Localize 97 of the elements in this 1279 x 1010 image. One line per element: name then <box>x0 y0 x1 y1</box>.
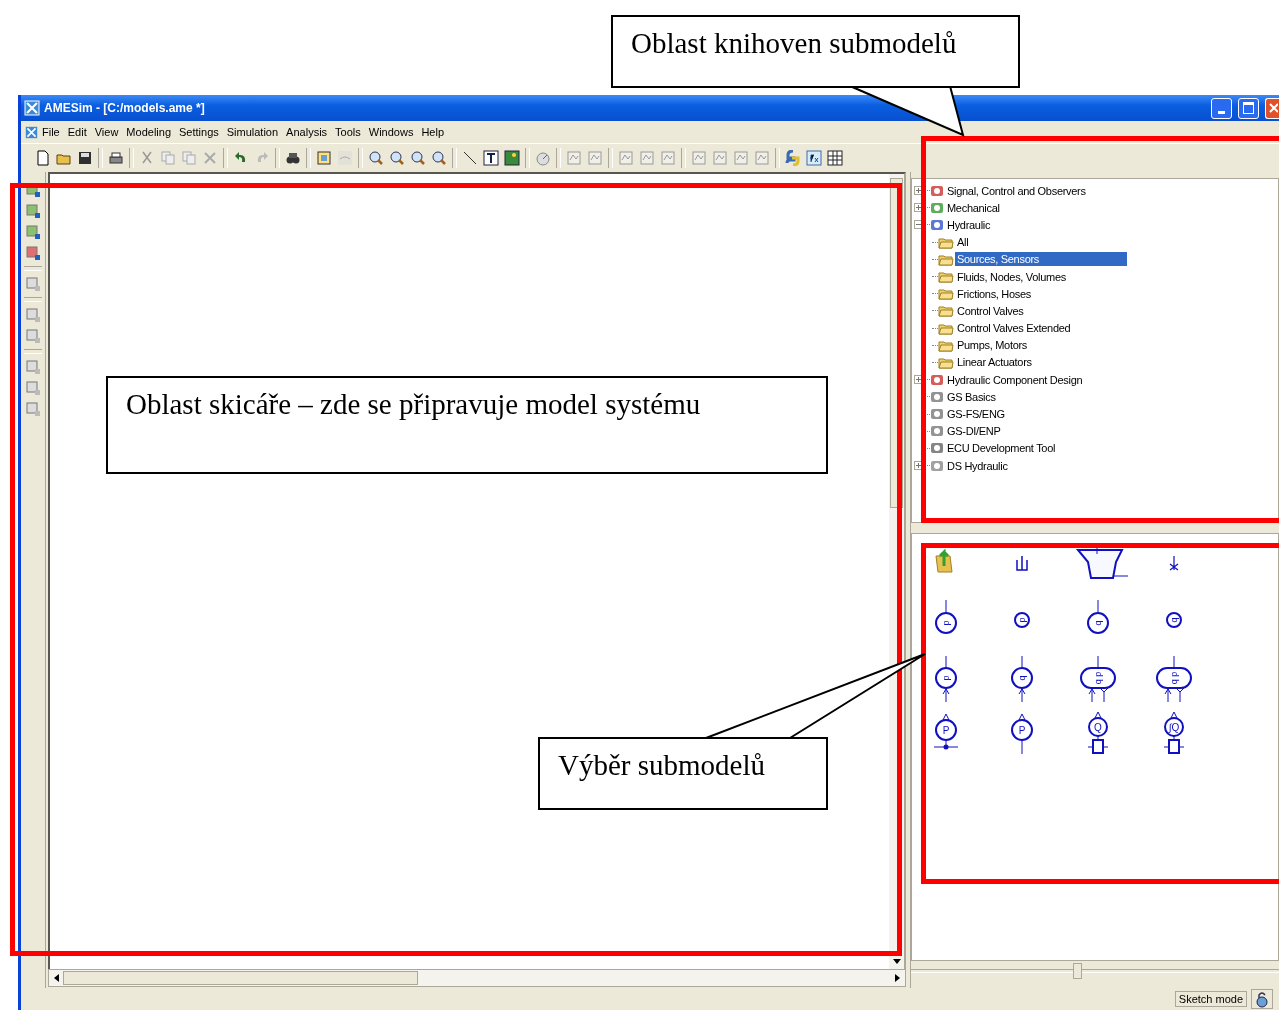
symbol-label: p <box>941 620 951 626</box>
symbol-label: q p <box>1093 671 1103 685</box>
binoculars-icon[interactable] <box>285 150 301 166</box>
folder-icon <box>938 287 954 301</box>
scroll-right-arrow-icon[interactable] <box>895 974 901 982</box>
app-logo-icon <box>25 125 38 139</box>
expand-toggle-icon[interactable] <box>913 203 923 213</box>
zoom-icon[interactable] <box>389 150 405 166</box>
close-button[interactable] <box>1265 97 1279 119</box>
expand-toggle-icon[interactable] <box>913 186 923 196</box>
cut-icon[interactable] <box>139 150 155 166</box>
symbol-label: q p <box>1169 671 1179 685</box>
tree-item[interactable]: GS-FS/ENG <box>945 407 1007 422</box>
lock-icon[interactable] <box>1251 989 1273 1009</box>
library-icon <box>930 407 944 422</box>
table-icon[interactable] <box>827 150 843 166</box>
folder-icon <box>938 270 954 284</box>
symbol-label: p <box>941 675 951 681</box>
menu-item[interactable]: Settings <box>175 126 223 138</box>
zoom-slider[interactable] <box>911 961 1279 981</box>
tree-item[interactable]: Control Valves Extended <box>955 321 1073 336</box>
tree-item[interactable]: Pumps, Motors <box>955 338 1030 353</box>
folder-icon <box>938 321 954 335</box>
status-mode: Sketch mode <box>1174 991 1247 1007</box>
tree-item[interactable]: ECU Development Tool <box>945 441 1058 456</box>
expand-toggle-icon[interactable] <box>913 375 923 385</box>
symbol-label: p <box>1017 617 1027 623</box>
text-tool-icon[interactable] <box>483 150 499 166</box>
library-icon <box>930 183 944 198</box>
symbol-label: q <box>1017 675 1027 681</box>
tree-item[interactable]: Hydraulic Component Design <box>945 372 1085 387</box>
tree-item[interactable]: Mechanical <box>945 200 1002 215</box>
symbol-label: q <box>1169 617 1179 623</box>
library-icon <box>930 217 944 232</box>
zoom-icon[interactable] <box>410 150 426 166</box>
gauge-icon[interactable] <box>535 150 551 166</box>
menu-item[interactable]: Tools <box>331 126 365 138</box>
minimize-button[interactable] <box>1211 97 1232 119</box>
library-icon <box>930 458 944 473</box>
symbol-label: P <box>942 724 950 736</box>
line-tool-icon[interactable] <box>462 150 478 166</box>
library-icon <box>930 200 944 215</box>
tree-item[interactable]: Fluids, Nodes, Volumes <box>955 269 1068 284</box>
app-logo-icon <box>24 100 40 116</box>
folder-icon <box>938 338 954 352</box>
symbol-label: q <box>1093 620 1103 626</box>
symbol-label: ∫Q <box>1168 721 1180 733</box>
menu-item[interactable]: Windows <box>364 126 418 138</box>
library-icon <box>930 372 944 387</box>
tree-item[interactable]: Signal, Control and Observers <box>945 183 1088 198</box>
zoom-icon[interactable] <box>368 150 384 166</box>
python-icon[interactable] <box>785 150 801 166</box>
new-file-icon[interactable] <box>35 150 51 166</box>
menu-item[interactable]: Analysis <box>282 126 332 138</box>
library-icon <box>930 441 944 456</box>
tool-icon[interactable] <box>25 224 41 240</box>
tree-item[interactable]: GS Basics <box>945 389 998 404</box>
expand-toggle-icon[interactable] <box>913 220 923 230</box>
menu-item[interactable]: View <box>90 126 123 138</box>
tree-item[interactable]: GS-DI/ENP <box>945 424 1003 439</box>
folder-icon <box>938 235 954 249</box>
callout-label: Výběr submodelů <box>538 737 828 810</box>
tool-icon[interactable] <box>25 245 41 261</box>
tree-item[interactable]: Sources, Sensors <box>955 252 1128 267</box>
folder-icon <box>938 355 954 369</box>
library-icon <box>930 424 944 439</box>
menu-item[interactable]: Modeling <box>122 126 175 138</box>
menu-item[interactable]: File <box>38 126 64 138</box>
save-icon[interactable] <box>77 150 93 166</box>
tree-item[interactable]: All <box>955 235 971 250</box>
scroll-left-arrow-icon[interactable] <box>53 974 59 982</box>
symbol-label: P <box>1018 724 1026 736</box>
formula-icon[interactable] <box>806 150 822 166</box>
window-title: AMESim - [C:/models.ame *] <box>44 101 205 115</box>
expand-toggle-icon[interactable] <box>913 461 923 471</box>
close-icon <box>1267 102 1278 114</box>
folder-icon <box>938 252 954 266</box>
tree-item[interactable]: Frictions, Hoses <box>955 286 1034 301</box>
menu-item[interactable]: Help <box>417 126 448 138</box>
menu-item[interactable]: Simulation <box>222 126 283 138</box>
tool-icon[interactable] <box>25 203 41 219</box>
callout-label: Oblast skicáře – zde se připravuje model systému <box>106 376 828 474</box>
maximize-button[interactable] <box>1238 97 1259 119</box>
horizontal-scrollbar[interactable] <box>48 969 906 987</box>
tree-item[interactable]: Linear Actuators <box>955 355 1034 370</box>
frame-icon[interactable] <box>316 150 332 166</box>
tree-item[interactable]: Control Valves <box>955 303 1026 318</box>
tree-item[interactable]: Hydraulic <box>945 217 993 232</box>
symbol-label: Q <box>1094 721 1102 733</box>
tree-item[interactable]: DS Hydraulic <box>945 458 1010 473</box>
zoom-icon[interactable] <box>431 150 447 166</box>
library-icon <box>930 389 944 404</box>
menu-item[interactable]: Edit <box>63 126 91 138</box>
scroll-down-arrow-icon[interactable] <box>892 959 901 965</box>
folder-icon <box>938 304 954 318</box>
image-icon[interactable] <box>504 150 520 166</box>
print-icon[interactable] <box>108 150 124 166</box>
